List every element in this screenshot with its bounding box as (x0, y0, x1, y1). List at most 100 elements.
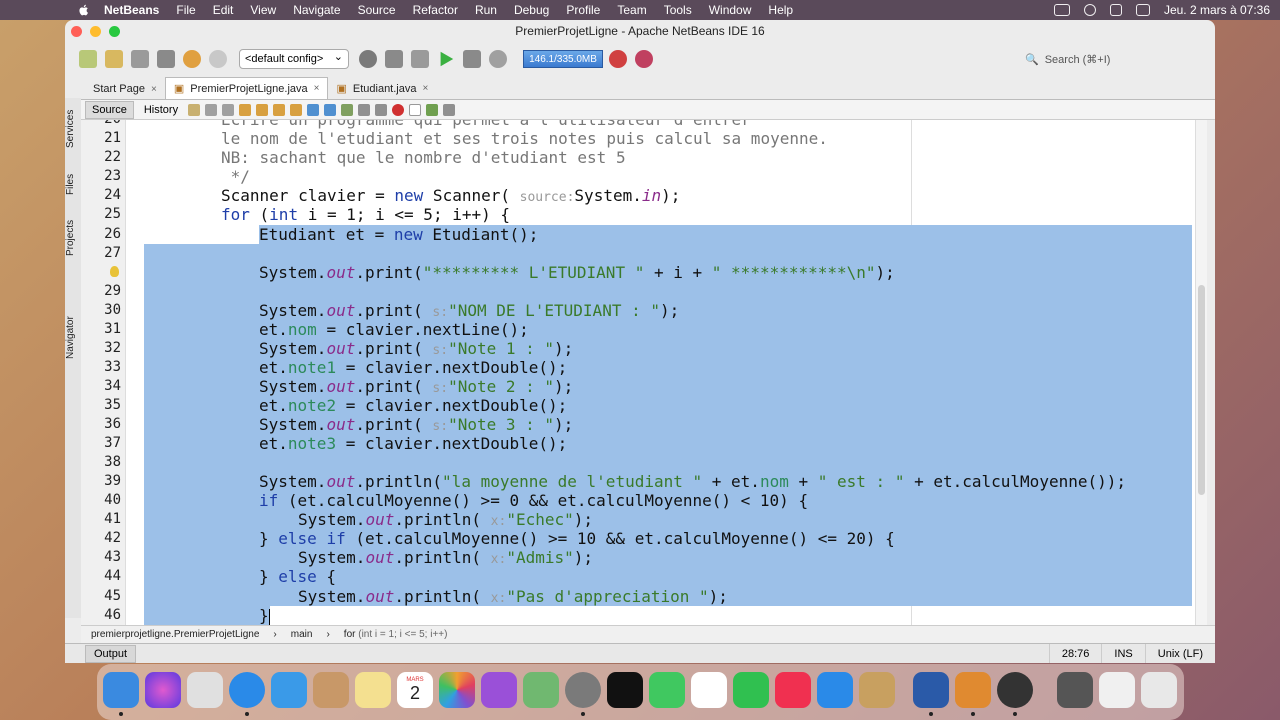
sidebar-item-services[interactable]: Services (65, 104, 81, 154)
toggle-highlight-icon[interactable] (290, 103, 303, 116)
tab-etudiant[interactable]: ▣ Etudiant.java × (328, 78, 436, 99)
minimize-window-button[interactable] (90, 26, 101, 37)
config-select[interactable]: <default config> (239, 49, 349, 69)
menu-profile[interactable]: Profile (566, 3, 600, 17)
next-bookmark-icon[interactable] (324, 103, 337, 116)
menu-source[interactable]: Source (358, 3, 396, 17)
insert-mode[interactable]: INS (1101, 644, 1144, 663)
menu-help[interactable]: Help (768, 3, 793, 17)
profile-icon[interactable] (489, 50, 507, 68)
menu-window[interactable]: Window (709, 3, 752, 17)
last-edit-icon[interactable] (188, 103, 201, 116)
menu-clock[interactable]: Jeu. 2 mars à 07:36 (1164, 3, 1270, 17)
gc-alt-icon[interactable] (635, 50, 653, 68)
sidebar-item-files[interactable]: Files (65, 164, 81, 204)
sidebar-item-navigator[interactable]: Navigator (65, 308, 81, 368)
breadcrumb-class[interactable]: premierprojetligne.PremierProjetLigne (91, 629, 259, 640)
facetime-icon[interactable] (733, 672, 769, 708)
back-icon[interactable] (205, 103, 218, 116)
open-project-icon[interactable] (131, 50, 149, 68)
control-center-icon[interactable] (1135, 4, 1150, 16)
netbeans-icon[interactable] (955, 672, 991, 716)
archive-utility-icon[interactable] (859, 672, 895, 708)
finder-icon[interactable] (103, 672, 139, 716)
memory-indicator[interactable]: 146.1/335.0MB (523, 50, 603, 68)
output-tab[interactable]: Output (85, 644, 137, 663)
menu-tools[interactable]: Tools (664, 3, 692, 17)
music-icon[interactable] (775, 672, 811, 708)
maps-icon[interactable] (523, 672, 559, 708)
close-icon[interactable]: × (422, 83, 428, 94)
forward-icon[interactable] (222, 103, 235, 116)
tab-start-page[interactable]: Start Page × (85, 79, 165, 99)
siri-icon[interactable] (145, 672, 181, 708)
code-area[interactable]: Ecrire un programme qui permet a l'utili… (144, 120, 1207, 625)
vertical-scrollbar[interactable] (1195, 120, 1207, 625)
obs-icon[interactable] (997, 672, 1033, 716)
undo-icon[interactable] (183, 50, 201, 68)
redo-icon[interactable] (209, 50, 227, 68)
stop-macro-icon[interactable] (409, 103, 422, 116)
clean-build-icon[interactable] (411, 50, 429, 68)
sidebar-item-projects[interactable]: Projects (65, 210, 81, 266)
breadcrumb-loop[interactable]: for (int i = 1; i <= 5; i++) (344, 629, 448, 640)
save-all-icon[interactable] (157, 50, 175, 68)
search-field[interactable]: 🔍 Search (⌘+I) (1025, 49, 1185, 69)
code-editor[interactable]: 2021 22 23 24 25 26 27 29 30 31 32 33 34 35 36 37 38 39 40… (81, 120, 1207, 625)
find-prev-icon[interactable] (256, 103, 269, 116)
podcasts-icon[interactable] (481, 672, 517, 708)
close-icon[interactable]: × (314, 83, 320, 94)
mail-icon[interactable] (271, 672, 307, 708)
menu-app-name[interactable]: NetBeans (104, 3, 159, 17)
search-spotlight-icon[interactable] (1109, 4, 1122, 16)
menu-run[interactable]: Run (475, 3, 497, 17)
battery-icon[interactable] (1053, 4, 1070, 16)
menu-navigate[interactable]: Navigate (293, 3, 340, 17)
printer-icon[interactable] (1057, 672, 1093, 708)
menu-file[interactable]: File (176, 3, 195, 17)
apple-tv-icon[interactable] (607, 672, 643, 708)
build-hammer-icon[interactable] (385, 50, 403, 68)
debug-icon[interactable] (463, 50, 481, 68)
photos-icon[interactable] (439, 672, 475, 708)
tab-premierprojetligne[interactable]: ▣ PremierProjetLigne.java × (164, 77, 329, 99)
history-button[interactable]: History (134, 102, 188, 118)
run-icon[interactable] (440, 51, 454, 67)
line-ending[interactable]: Unix (LF) (1144, 644, 1215, 663)
trash-icon[interactable] (1141, 672, 1177, 708)
notes-icon[interactable] (355, 672, 391, 708)
comment-icon[interactable] (426, 103, 439, 116)
breadcrumb-method[interactable]: main (291, 629, 313, 640)
menu-refactor[interactable]: Refactor (413, 3, 458, 17)
hint-bulb-icon[interactable] (110, 266, 119, 277)
wifi-icon[interactable] (1083, 4, 1096, 16)
apple-icon[interactable] (76, 3, 92, 17)
source-button[interactable]: Source (85, 100, 134, 119)
close-icon[interactable]: × (151, 84, 157, 95)
contacts-icon[interactable] (313, 672, 349, 708)
new-project-icon[interactable] (105, 50, 123, 68)
messages-icon[interactable] (649, 672, 685, 708)
record-macro-icon[interactable] (392, 103, 405, 116)
word-icon[interactable] (913, 672, 949, 716)
shift-right-icon[interactable] (375, 103, 388, 116)
find-icon[interactable] (239, 103, 252, 116)
menu-debug[interactable]: Debug (514, 3, 549, 17)
reminders-icon[interactable] (691, 672, 727, 708)
new-file-icon[interactable] (79, 50, 97, 68)
find-next-icon[interactable] (273, 103, 286, 116)
app-store-icon[interactable] (817, 672, 853, 708)
menu-view[interactable]: View (250, 3, 276, 17)
launchpad-icon[interactable] (187, 672, 223, 708)
toggle-bookmark-icon[interactable] (341, 103, 354, 116)
system-settings-icon[interactable] (565, 672, 601, 716)
preview-icon[interactable] (1099, 672, 1135, 708)
zoom-window-button[interactable] (109, 26, 120, 37)
menu-team[interactable]: Team (617, 3, 646, 17)
shift-left-icon[interactable] (358, 103, 371, 116)
calendar-icon[interactable]: MARS 2 (397, 672, 433, 708)
gc-icon[interactable] (609, 50, 627, 68)
safari-icon[interactable] (229, 672, 265, 716)
menu-edit[interactable]: Edit (213, 3, 234, 17)
close-window-button[interactable] (71, 26, 82, 37)
